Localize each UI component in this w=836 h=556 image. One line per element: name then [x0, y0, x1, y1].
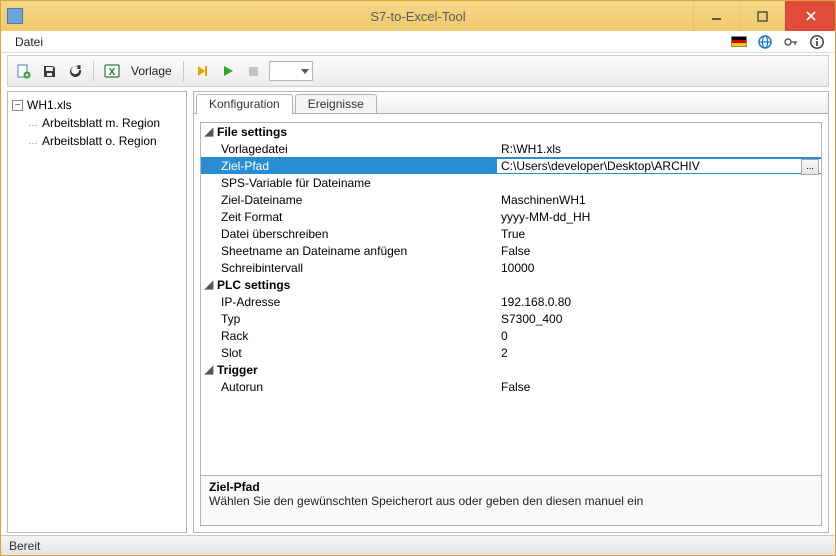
titlebar[interactable]: S7-to-Excel-Tool: [1, 1, 835, 31]
tree-root-label: WH1.xls: [27, 98, 72, 112]
svg-text:X: X: [109, 67, 116, 78]
property-value[interactable]: MaschinenWH1: [497, 193, 821, 207]
excel-icon[interactable]: X: [101, 60, 123, 82]
property-value[interactable]: 0: [497, 329, 821, 343]
property-name: Rack: [217, 329, 497, 343]
property-value[interactable]: C:\Users\developer\Desktop\ARCHIV...: [497, 159, 821, 173]
property-row[interactable]: TypS7300_400: [201, 310, 821, 327]
property-row[interactable]: IP-Adresse192.168.0.80: [201, 293, 821, 310]
property-value[interactable]: False: [497, 244, 821, 258]
key-icon[interactable]: [783, 34, 799, 50]
template-label: Vorlage: [127, 64, 176, 78]
property-name: Autorun: [217, 380, 497, 394]
toolbar: X Vorlage: [7, 55, 829, 87]
expand-icon[interactable]: ◢: [201, 278, 217, 291]
property-name: Typ: [217, 312, 497, 326]
property-row[interactable]: AutorunFalse: [201, 378, 821, 395]
tree-view[interactable]: − WH1.xls … Arbeitsblatt m. Region … Arb…: [7, 91, 187, 533]
expand-icon[interactable]: ◢: [201, 125, 217, 138]
tab-configuration[interactable]: Konfiguration: [196, 94, 293, 114]
refresh-button[interactable]: [64, 60, 86, 82]
property-row[interactable]: Schreibintervall10000: [201, 259, 821, 276]
app-window: S7-to-Excel-Tool Datei: [0, 0, 836, 556]
category-title: PLC settings: [217, 278, 497, 292]
minimize-button[interactable]: [693, 1, 739, 31]
property-row[interactable]: Datei überschreibenTrue: [201, 225, 821, 242]
property-name: SPS-Variable für Dateiname: [217, 176, 497, 190]
stop-button[interactable]: [243, 60, 265, 82]
status-bar: Bereit: [1, 535, 835, 555]
right-pane: Konfiguration Ereignisse ◢File settingsV…: [193, 91, 829, 533]
browse-button[interactable]: ...: [801, 159, 819, 175]
description-title: Ziel-Pfad: [209, 480, 813, 494]
property-row[interactable]: VorlagedateiR:\WH1.xls: [201, 140, 821, 157]
maximize-button[interactable]: [739, 1, 785, 31]
tree-item-label: Arbeitsblatt m. Region: [42, 116, 160, 130]
new-file-button[interactable]: [12, 60, 34, 82]
expand-icon[interactable]: ◢: [201, 363, 217, 376]
toolbar-dropdown[interactable]: [269, 61, 313, 81]
tree-item-label: Arbeitsblatt o. Region: [42, 134, 157, 148]
property-value[interactable]: False: [497, 380, 821, 394]
chevron-down-icon: [301, 67, 309, 75]
property-name: Vorlagedatei: [217, 142, 497, 156]
menu-file[interactable]: Datei: [7, 33, 51, 51]
run-button[interactable]: [217, 60, 239, 82]
tab-events[interactable]: Ereignisse: [295, 94, 377, 114]
property-row[interactable]: Zeit Formatyyyy-MM-dd_HH: [201, 208, 821, 225]
main-body: − WH1.xls … Arbeitsblatt m. Region … Arb…: [1, 89, 835, 535]
category-title: File settings: [217, 125, 497, 139]
property-row[interactable]: Sheetname an Dateiname anfügenFalse: [201, 242, 821, 259]
property-name: Datei überschreiben: [217, 227, 497, 241]
property-value[interactable]: R:\WH1.xls: [497, 142, 821, 156]
globe-icon[interactable]: [757, 34, 773, 50]
property-value[interactable]: 192.168.0.80: [497, 295, 821, 309]
property-category[interactable]: ◢PLC settings: [201, 276, 821, 293]
step-button[interactable]: [191, 60, 213, 82]
tree-connector-icon: …: [28, 118, 39, 129]
property-row[interactable]: SPS-Variable für Dateiname: [201, 174, 821, 191]
language-flag-icon[interactable]: [731, 34, 747, 50]
property-value[interactable]: True: [497, 227, 821, 241]
tree-connector-icon: …: [28, 136, 39, 147]
description-text: Wählen Sie den gewünschten Speicherort a…: [209, 494, 813, 508]
property-name: Ziel-Dateiname: [217, 193, 497, 207]
property-row[interactable]: Ziel-DateinameMaschinenWH1: [201, 191, 821, 208]
tab-strip: Konfiguration Ereignisse: [194, 92, 828, 114]
menubar: Datei: [1, 31, 835, 53]
property-row[interactable]: Rack0: [201, 327, 821, 344]
property-name: Slot: [217, 346, 497, 360]
property-name: IP-Adresse: [217, 295, 497, 309]
status-text: Bereit: [9, 539, 40, 553]
property-name: Ziel-Pfad: [217, 159, 497, 173]
property-row[interactable]: Slot2: [201, 344, 821, 361]
property-category[interactable]: ◢Trigger: [201, 361, 821, 378]
property-description: Ziel-Pfad Wählen Sie den gewünschten Spe…: [200, 476, 822, 526]
close-button[interactable]: [785, 1, 835, 31]
property-value[interactable]: 2: [497, 346, 821, 360]
property-row[interactable]: Ziel-PfadC:\Users\developer\Desktop\ARCH…: [201, 157, 821, 174]
tab-body: ◢File settingsVorlagedateiR:\WH1.xlsZiel…: [194, 113, 828, 532]
collapse-icon[interactable]: −: [12, 100, 23, 111]
tree-root[interactable]: − WH1.xls: [10, 96, 184, 114]
save-button[interactable]: [38, 60, 60, 82]
property-value[interactable]: 10000: [497, 261, 821, 275]
property-name: Sheetname an Dateiname anfügen: [217, 244, 497, 258]
property-category[interactable]: ◢File settings: [201, 123, 821, 140]
property-name: Schreibintervall: [217, 261, 497, 275]
app-icon: [7, 8, 23, 24]
info-icon[interactable]: [809, 34, 825, 50]
tree-item[interactable]: … Arbeitsblatt o. Region: [10, 132, 184, 150]
property-value[interactable]: yyyy-MM-dd_HH: [497, 210, 821, 224]
property-value[interactable]: S7300_400: [497, 312, 821, 326]
property-name: Zeit Format: [217, 210, 497, 224]
property-grid[interactable]: ◢File settingsVorlagedateiR:\WH1.xlsZiel…: [200, 122, 822, 476]
tree-item[interactable]: … Arbeitsblatt m. Region: [10, 114, 184, 132]
category-title: Trigger: [217, 363, 497, 377]
